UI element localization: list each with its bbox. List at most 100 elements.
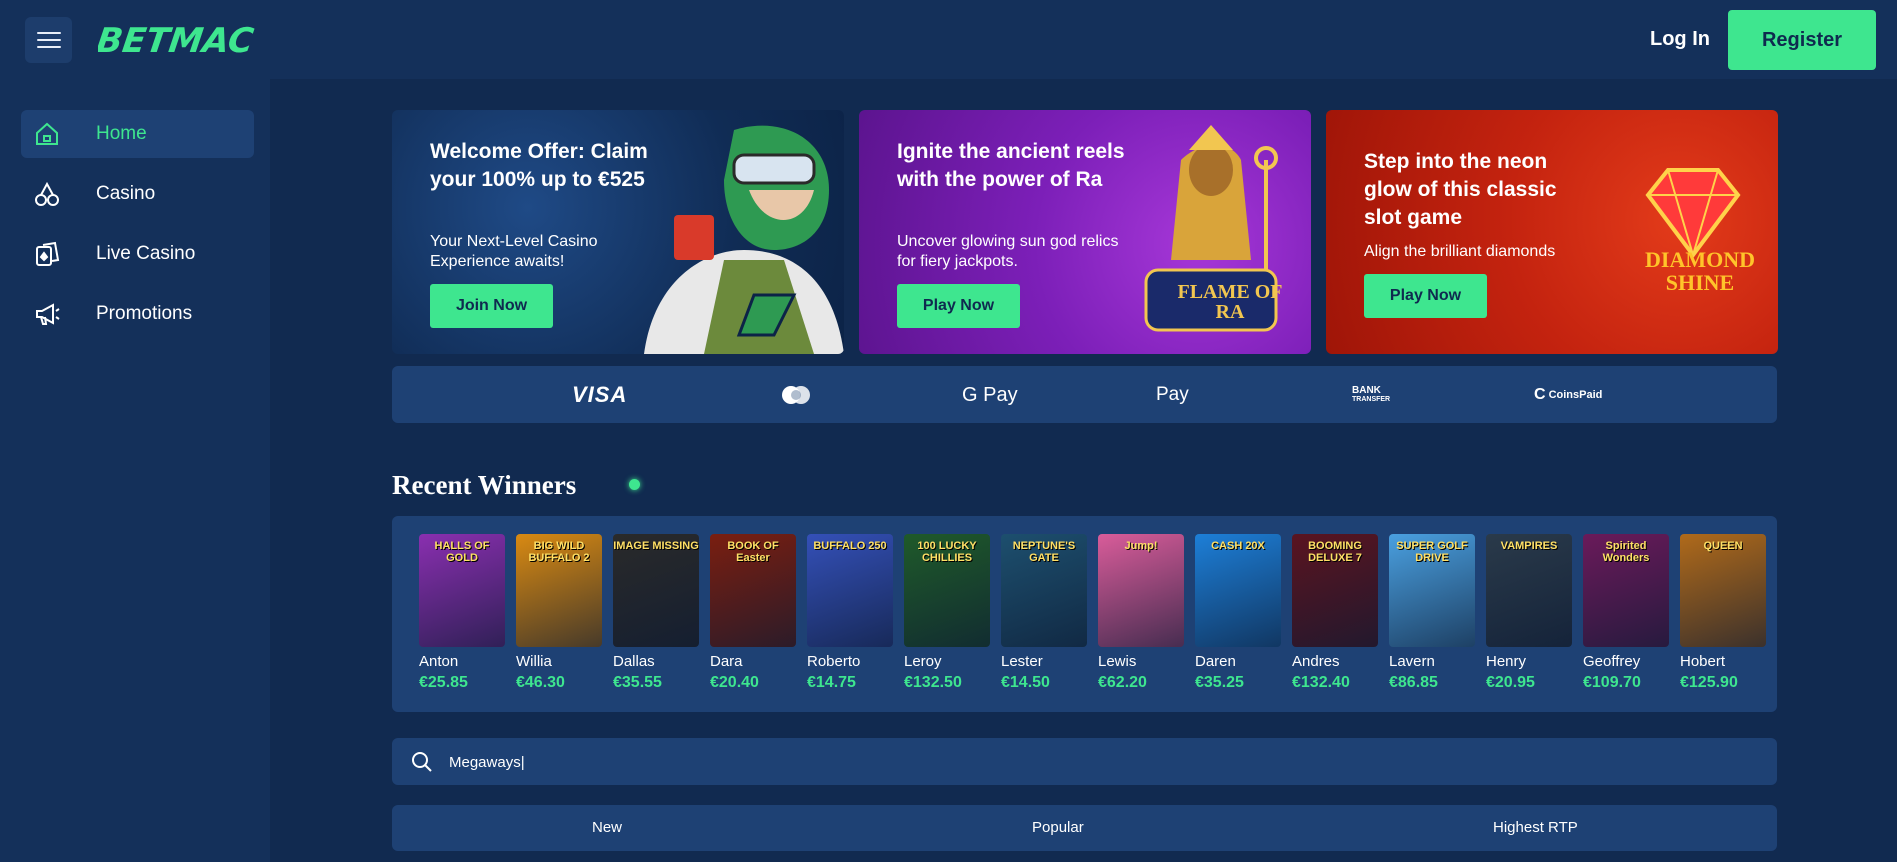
banner-subtitle: Uncover glowing sun god relics for fiery…	[897, 233, 1119, 270]
winner-name: Lavern	[1389, 653, 1435, 670]
banner-subtitle: Align the brilliant diamonds	[1364, 243, 1556, 260]
visa-logo: VISA	[572, 382, 628, 407]
search-bar[interactable]	[392, 738, 1777, 785]
sidebar-item-live-casino[interactable]: Live Casino	[21, 230, 254, 278]
live-indicator-dot	[629, 479, 640, 490]
search-input[interactable]	[449, 750, 1749, 774]
winner-card[interactable]: NEPTUNE'S GATE Lester €14.50	[1001, 534, 1087, 692]
play-now-button[interactable]: Play Now	[897, 284, 1020, 328]
game-thumbnail[interactable]: BOOK OF Easter	[710, 534, 796, 647]
winner-card[interactable]: VAMPIRES Henry €20.95	[1486, 534, 1572, 692]
game-thumbnail[interactable]: 100 LUCKY CHILLIES	[904, 534, 990, 647]
search-icon	[412, 752, 432, 772]
register-button[interactable]: Register	[1728, 10, 1876, 70]
game-thumbnail-title: BOOMING DELUXE 7	[1308, 540, 1362, 564]
sidebar: Home Casino Live Casino Promotions	[0, 79, 270, 862]
join-now-button[interactable]: Join Now	[430, 284, 553, 328]
game-thumbnail[interactable]: IMAGE MISSING	[613, 534, 699, 647]
bank-transfer-line: BANK	[1352, 385, 1381, 396]
game-thumbnail-title: BIG WILD BUFFALO 2	[528, 540, 590, 564]
game-thumbnail-title: HALLS OF GOLD	[434, 540, 490, 564]
tab-highest-rtp[interactable]: Highest RTP	[1493, 819, 1578, 836]
coinspaid-label: CoinsPaid	[1548, 389, 1603, 401]
game-thumbnail[interactable]: BIG WILD BUFFALO 2	[516, 534, 602, 647]
coinspaid-icon: C	[1534, 386, 1546, 403]
hamburger-line	[36, 32, 61, 34]
game-thumbnail[interactable]: QUEEN	[1680, 534, 1766, 647]
sidebar-item-label: Live Casino	[96, 243, 196, 264]
game-thumbnail-title: VAMPIRES	[1500, 540, 1558, 552]
sidebar-item-label: Home	[96, 123, 147, 144]
game-thumbnail[interactable]: Spirited Wonders	[1583, 534, 1669, 647]
coinspaid-logo: C CoinsPaid	[1534, 384, 1602, 406]
winner-card[interactable]: BUFFALO 250 Roberto €14.75	[807, 534, 893, 692]
sidebar-item-home[interactable]: Home	[21, 110, 254, 158]
betmac-logo[interactable]: BETMAC	[98, 18, 288, 60]
game-thumbnail[interactable]: BOOMING DELUXE 7	[1292, 534, 1378, 647]
winner-name: Roberto	[807, 653, 861, 670]
game-thumbnail-title: Spirited Wonders	[1602, 540, 1650, 564]
winner-name: Dallas	[613, 653, 655, 670]
sidebar-item-casino[interactable]: Casino	[21, 170, 254, 218]
game-filter-tabs: New Popular Highest RTP	[392, 805, 1777, 851]
flame-of-ra-banner[interactable]: FLAME OF RA Ignite the ancient reels wit…	[859, 110, 1311, 354]
winner-amount: €132.40	[1292, 674, 1350, 691]
banner-title: Ignite the ancient reels with the power …	[897, 140, 1125, 191]
winner-amount: €25.85	[419, 674, 468, 691]
winner-name: Andres	[1292, 653, 1340, 670]
winner-card[interactable]: QUEEN Hobert €125.90	[1680, 534, 1766, 692]
game-thumbnail-title: Jump!	[1124, 540, 1158, 552]
welcome-offer-banner[interactable]: Welcome Offer: Claim your 100% up to €52…	[392, 110, 844, 354]
diamond-shine-banner[interactable]: DIAMOND SHINE Step into the neon glow of…	[1326, 110, 1778, 354]
winner-card[interactable]: BOOK OF Easter Dara €20.40	[710, 534, 796, 692]
game-thumbnail-title: CASH 20X	[1211, 540, 1265, 552]
sidebar-item-label: Promotions	[96, 303, 193, 324]
winner-card[interactable]: SUPER GOLF DRIVE Lavern €86.85	[1389, 534, 1475, 692]
winner-amount: €86.85	[1389, 674, 1438, 691]
game-thumbnail[interactable]: Jump!	[1098, 534, 1184, 647]
winner-name: Willia	[516, 653, 552, 670]
winner-name: Anton	[419, 653, 459, 670]
sidebar-item-label: Casino	[96, 183, 156, 204]
winner-card[interactable]: BOOMING DELUXE 7 Andres €132.40	[1292, 534, 1378, 692]
recent-winners-title: Recent Winners	[392, 470, 577, 500]
header: BETMAC Log In Register	[0, 0, 1897, 79]
play-now-button[interactable]: Play Now	[1364, 274, 1487, 318]
winner-name: Hobert	[1680, 653, 1726, 670]
tab-new[interactable]: New	[592, 819, 622, 836]
tab-popular[interactable]: Popular	[1032, 819, 1084, 836]
game-thumbnail[interactable]: VAMPIRES	[1486, 534, 1572, 647]
winner-amount: €62.20	[1098, 674, 1147, 691]
game-thumbnail[interactable]: HALLS OF GOLD	[419, 534, 505, 647]
game-thumbnail-title: 100 LUCKY CHILLIES	[917, 540, 977, 564]
winner-card[interactable]: BIG WILD BUFFALO 2 Willia €46.30	[516, 534, 602, 692]
winner-card[interactable]: CASH 20X Daren €35.25	[1195, 534, 1281, 692]
hamburger-line	[36, 46, 61, 48]
logo-text: BETMAC	[98, 21, 256, 60]
flame-of-ra-logo: FLAME OF RA	[1177, 281, 1283, 323]
winner-card[interactable]: Jump! Lewis €62.20	[1098, 534, 1184, 692]
game-thumbnail[interactable]: CASH 20X	[1195, 534, 1281, 647]
winner-name: Leroy	[904, 653, 942, 670]
menu-button[interactable]	[25, 17, 72, 63]
winner-card[interactable]: HALLS OF GOLD Anton €25.85	[419, 534, 505, 692]
winner-amount: €20.40	[710, 674, 759, 691]
winner-card[interactable]: 100 LUCKY CHILLIES Leroy €132.50	[904, 534, 990, 692]
mastercard-icon	[780, 384, 812, 406]
payment-methods-bar: VISA G Pay Pay BANK TRANSFER C CoinsPaid	[392, 366, 1777, 423]
winner-name: Geoffrey	[1583, 653, 1641, 670]
winner-card[interactable]: Spirited Wonders Geoffrey €109.70	[1583, 534, 1669, 692]
sidebar-item-promotions[interactable]: Promotions	[21, 290, 254, 338]
game-thumbnail-title: SUPER GOLF DRIVE	[1396, 540, 1468, 564]
diamond-shine-logo: DIAMOND SHINE	[1645, 247, 1755, 295]
winner-card[interactable]: IMAGE MISSING Dallas €35.55	[613, 534, 699, 692]
game-thumbnail[interactable]: NEPTUNE'S GATE	[1001, 534, 1087, 647]
winner-name: Daren	[1195, 653, 1236, 670]
winner-amount: €46.30	[516, 674, 565, 691]
game-thumbnail[interactable]: SUPER GOLF DRIVE	[1389, 534, 1475, 647]
banner-subtitle: Your Next-Level Casino Experience awaits…	[430, 233, 598, 270]
game-thumbnail[interactable]: BUFFALO 250	[807, 534, 893, 647]
winner-name: Dara	[710, 653, 743, 670]
recent-winners-carousel[interactable]: HALLS OF GOLD Anton €25.85 BIG WILD BUFFALO…	[392, 516, 1777, 712]
login-button[interactable]: Log In	[1630, 24, 1730, 54]
